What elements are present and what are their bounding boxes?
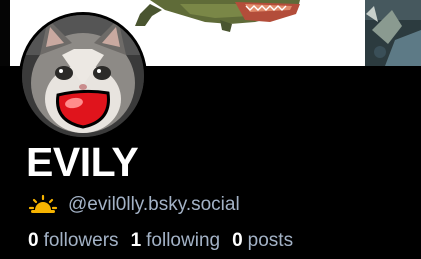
following-count: 1 bbox=[130, 230, 142, 251]
posts-count: 0 bbox=[232, 230, 243, 251]
following-label: following bbox=[146, 230, 221, 251]
posts-stat: 0 posts bbox=[232, 230, 293, 252]
profile-avatar[interactable] bbox=[19, 12, 147, 140]
posts-label: posts bbox=[247, 230, 294, 251]
profile-display-name: EVILY bbox=[26, 139, 139, 185]
sun-behind-cloud-icon bbox=[28, 194, 58, 216]
followers-label: followers bbox=[43, 230, 119, 251]
followers-stat[interactable]: 0 followers bbox=[28, 230, 119, 252]
profile-header: EVILY @evil0lly.bsky.social 0 followers … bbox=[0, 0, 421, 259]
profile-stats: 0 followers 1 following 0 posts bbox=[28, 229, 305, 253]
profile-handle-row: @evil0lly.bsky.social bbox=[28, 192, 240, 218]
followers-count: 0 bbox=[28, 230, 39, 251]
following-stat[interactable]: 1 following bbox=[131, 230, 221, 252]
profile-handle[interactable]: @evil0lly.bsky.social bbox=[68, 194, 240, 216]
